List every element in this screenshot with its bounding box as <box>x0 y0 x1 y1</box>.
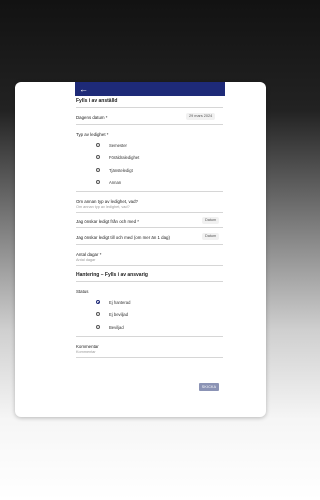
status-label: Status <box>76 289 89 294</box>
days-input[interactable]: Antal dagar <box>76 258 223 264</box>
divider <box>76 124 223 125</box>
radio-label-ej-beviljad: Ej beviljad <box>109 312 129 317</box>
divider <box>76 265 223 266</box>
radio-label-tjansteledigt: Tjänsteledigt <box>109 168 133 173</box>
radio-label-foraldraledighet: Föräldraledighet <box>109 155 140 160</box>
submit-button[interactable]: SKICKA <box>199 383 219 391</box>
other-type-label: Om annan typ av ledighet, vad? <box>76 199 138 204</box>
from-date-picker[interactable]: Datum <box>202 217 220 224</box>
divider <box>76 357 223 358</box>
section-title-employee: Fylls i av anställd <box>76 98 118 104</box>
radio-semester[interactable] <box>96 143 101 148</box>
divider <box>76 212 223 213</box>
divider <box>76 191 223 192</box>
date-picker[interactable]: 29 mars 2024 <box>186 113 216 120</box>
radio-label-beviljad: Beviljad <box>109 325 124 330</box>
radio-annan[interactable] <box>96 180 101 185</box>
section-title-handling: Hantering – Fylls i av ansvarig <box>76 272 148 278</box>
divider <box>76 244 223 245</box>
days-label: Antal dagar * <box>76 252 102 257</box>
to-date-picker[interactable]: Datum <box>202 233 220 240</box>
divider <box>76 227 223 228</box>
comment-label: Kommentar <box>76 344 99 349</box>
divider <box>76 107 223 108</box>
radio-ej-hanterad[interactable] <box>96 300 101 305</box>
to-date-label: Jag önskar ledigt till och med (om mer ä… <box>76 235 170 240</box>
from-date-label: Jag önskar ledigt från och med * <box>76 219 139 224</box>
divider <box>76 336 223 337</box>
comment-input[interactable]: Kommentar <box>76 350 223 356</box>
divider <box>76 281 223 282</box>
radio-ej-beviljad[interactable] <box>96 312 101 317</box>
arrow-left-icon[interactable]: ← <box>79 82 88 96</box>
radio-tjansteledigt[interactable] <box>96 168 101 173</box>
app-bar: ← <box>75 82 225 96</box>
radio-label-annan: Annan <box>109 180 122 185</box>
date-label: Dagens datum * <box>76 115 108 120</box>
form-card: ← Fylls i av anställd Dagens datum * 29 … <box>15 82 266 417</box>
radio-beviljad[interactable] <box>96 325 101 330</box>
other-type-input[interactable]: Om annan typ av ledighet, vad? <box>76 205 223 211</box>
radio-label-semester: Semester <box>109 143 127 148</box>
leave-type-label: Typ av ledighet * <box>76 132 109 137</box>
radio-label-ej-hanterad: Ej hanterad <box>109 300 131 305</box>
radio-foraldraledighet[interactable] <box>96 155 101 160</box>
